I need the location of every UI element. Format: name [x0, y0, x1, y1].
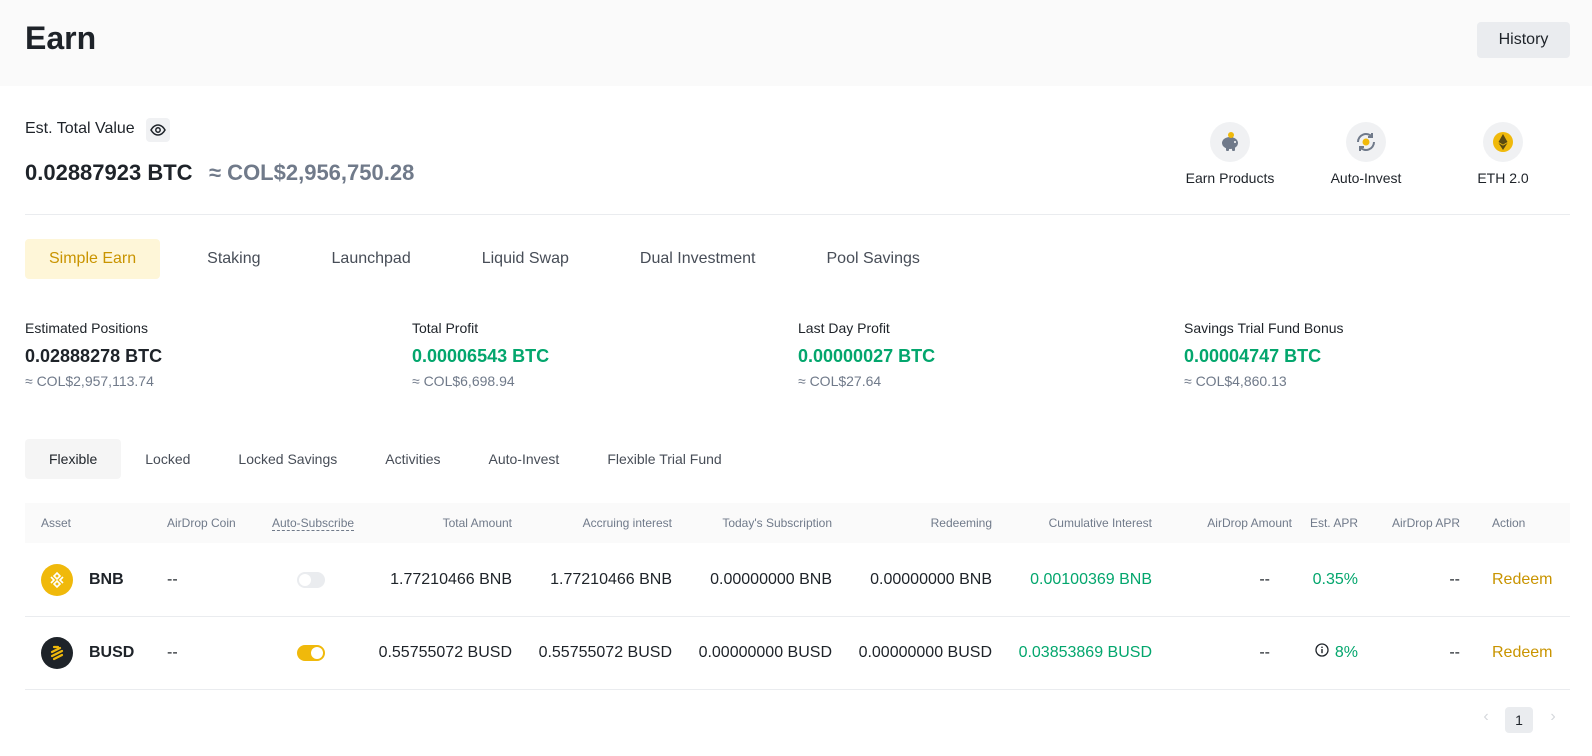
accruing-interest: 0.55755072 BUSD [538, 644, 672, 661]
busd-coin-icon [41, 637, 73, 669]
stat-value: 0.02888278 BTC [25, 346, 163, 366]
eye-icon[interactable] [146, 118, 170, 142]
accruing-interest: 1.77210466 BNB [550, 571, 672, 588]
tab-locked[interactable]: Locked [121, 439, 214, 479]
column-header: Today's Subscription [722, 516, 832, 530]
stat-fiat: ≈ COL$4,860.13 [1184, 373, 1287, 389]
tab-staking[interactable]: Staking [183, 239, 284, 279]
tab-flexible-trial-fund[interactable]: Flexible Trial Fund [583, 439, 745, 479]
airdrop-coin: -- [167, 644, 178, 661]
quick-link-auto-invest[interactable]: Auto-Invest [1306, 122, 1426, 186]
redeem-button[interactable]: Redeem [1492, 544, 1552, 616]
asset-name: BNB [89, 571, 124, 588]
column-header: Est. APR [1309, 516, 1358, 530]
stat-total-profit: Total Profit 0.00006543 BTC ≈ COL$6,698.… [412, 320, 549, 389]
todays-subscription: 0.00000000 BNB [710, 571, 832, 588]
auto-subscribe-toggle[interactable] [297, 572, 325, 588]
airdrop-amount: -- [1259, 644, 1270, 661]
airdrop-amount: -- [1259, 571, 1270, 588]
table-row: BUSD -- 0.55755072 BUSD 0.55755072 BUSD … [25, 617, 1570, 690]
tab-locked-savings[interactable]: Locked Savings [214, 439, 361, 479]
todays-subscription: 0.00000000 BUSD [698, 644, 832, 661]
tab-liquid-swap[interactable]: Liquid Swap [458, 239, 593, 279]
quick-link-label: ETH 2.0 [1477, 170, 1529, 186]
redeeming: 0.00000000 BNB [870, 571, 992, 588]
tab-pool-savings[interactable]: Pool Savings [803, 239, 944, 279]
stat-fiat: ≈ COL$27.64 [798, 373, 882, 389]
est-total-btc: 0.02887923 BTC [25, 160, 193, 185]
tab-flexible[interactable]: Flexible [25, 439, 122, 479]
column-header: Action [1492, 516, 1526, 530]
stat-last-day-profit: Last Day Profit 0.00000027 BTC ≈ COL$27.… [798, 320, 935, 389]
stat-estimated-positions: Estimated Positions 0.02888278 BTC ≈ COL… [25, 320, 162, 389]
page-title: Earn [25, 20, 97, 56]
stat-label: Total Profit [412, 320, 479, 336]
history-button[interactable]: History [1477, 22, 1570, 58]
est-apr: 8% [1334, 644, 1358, 661]
stat-fiat: ≈ COL$6,698.94 [412, 373, 515, 389]
column-header: AirDrop Amount [1207, 516, 1292, 530]
next-page-icon[interactable]: › [1545, 705, 1561, 729]
quick-link-earn-products[interactable]: Earn Products [1170, 122, 1290, 186]
total-amount: 1.77210466 BNB [390, 571, 512, 588]
column-header: AirDrop APR [1391, 516, 1460, 530]
column-header: AirDrop Coin [167, 516, 236, 530]
stat-value: 0.00000027 BTC [798, 346, 936, 366]
column-header: Cumulative Interest [1048, 516, 1152, 530]
quick-link-label: Auto-Invest [1330, 170, 1402, 186]
column-header: Asset [41, 516, 72, 530]
page-number[interactable]: 1 [1505, 707, 1533, 733]
prev-page-icon[interactable]: ‹ [1478, 705, 1494, 729]
tab-activities[interactable]: Activities [361, 439, 464, 479]
est-apr: 0.35% [1312, 571, 1358, 588]
info-icon[interactable] [1315, 617, 1329, 689]
piggy-bank-icon [1210, 122, 1250, 162]
toggle-knob [311, 647, 323, 659]
quick-link-label: Earn Products [1185, 170, 1275, 186]
airdrop-apr: -- [1449, 571, 1460, 588]
stat-trial-fund-bonus: Savings Trial Fund Bonus 0.00004747 BTC … [1184, 320, 1344, 389]
table-row: BNB -- 1.77210466 BNB 1.77210466 BNB 0.0… [25, 544, 1570, 617]
tab-launchpad[interactable]: Launchpad [308, 239, 435, 279]
est-total-value-label: Est. Total Value [25, 120, 135, 137]
table-header: Asset AirDrop Coin Auto-Subscribe Total … [25, 503, 1570, 543]
stat-fiat: ≈ COL$2,957,113.74 [25, 373, 154, 389]
product-tabs: Simple Earn Staking Launchpad Liquid Swa… [25, 239, 967, 279]
column-header: Total Amount [442, 516, 512, 530]
asset-name: BUSD [89, 644, 135, 661]
quick-link-eth2[interactable]: ETH 2.0 [1443, 122, 1563, 186]
stat-value: 0.00006543 BTC [412, 346, 550, 366]
stat-label: Last Day Profit [798, 320, 890, 336]
tab-simple-earn[interactable]: Simple Earn [25, 239, 161, 279]
tab-auto-invest[interactable]: Auto-Invest [464, 439, 583, 479]
total-amount: 0.55755072 BUSD [378, 644, 512, 661]
tab-dual-investment[interactable]: Dual Investment [616, 239, 780, 279]
auto-subscribe-toggle[interactable] [297, 645, 325, 661]
eth-icon [1483, 122, 1523, 162]
cumulative-interest: 0.03853869 BUSD [1018, 644, 1152, 661]
top-bar: Earn History [0, 0, 1592, 86]
bnb-coin-icon [41, 564, 73, 596]
cumulative-interest: 0.00100369 BNB [1030, 571, 1152, 588]
column-header-auto-subscribe[interactable]: Auto-Subscribe [272, 503, 355, 543]
column-header: Accruing interest [582, 516, 672, 530]
auto-invest-icon [1346, 122, 1386, 162]
airdrop-coin: -- [167, 571, 178, 588]
stat-value: 0.00004747 BTC [1184, 346, 1322, 366]
redeem-button[interactable]: Redeem [1492, 617, 1552, 689]
airdrop-apr: -- [1449, 644, 1460, 661]
stat-label: Estimated Positions [25, 320, 148, 336]
column-header: Redeeming [930, 516, 992, 530]
position-tabs: Flexible Locked Locked Savings Activitie… [25, 439, 746, 479]
redeeming: 0.00000000 BUSD [858, 644, 992, 661]
toggle-knob [299, 574, 311, 586]
est-total-fiat: ≈ COL$2,956,750.28 [209, 160, 415, 185]
stat-label: Savings Trial Fund Bonus [1184, 320, 1344, 336]
est-apr-cell: 8% [1315, 617, 1358, 689]
section-divider [25, 214, 1570, 215]
column-header: Auto-Subscribe [272, 516, 355, 531]
